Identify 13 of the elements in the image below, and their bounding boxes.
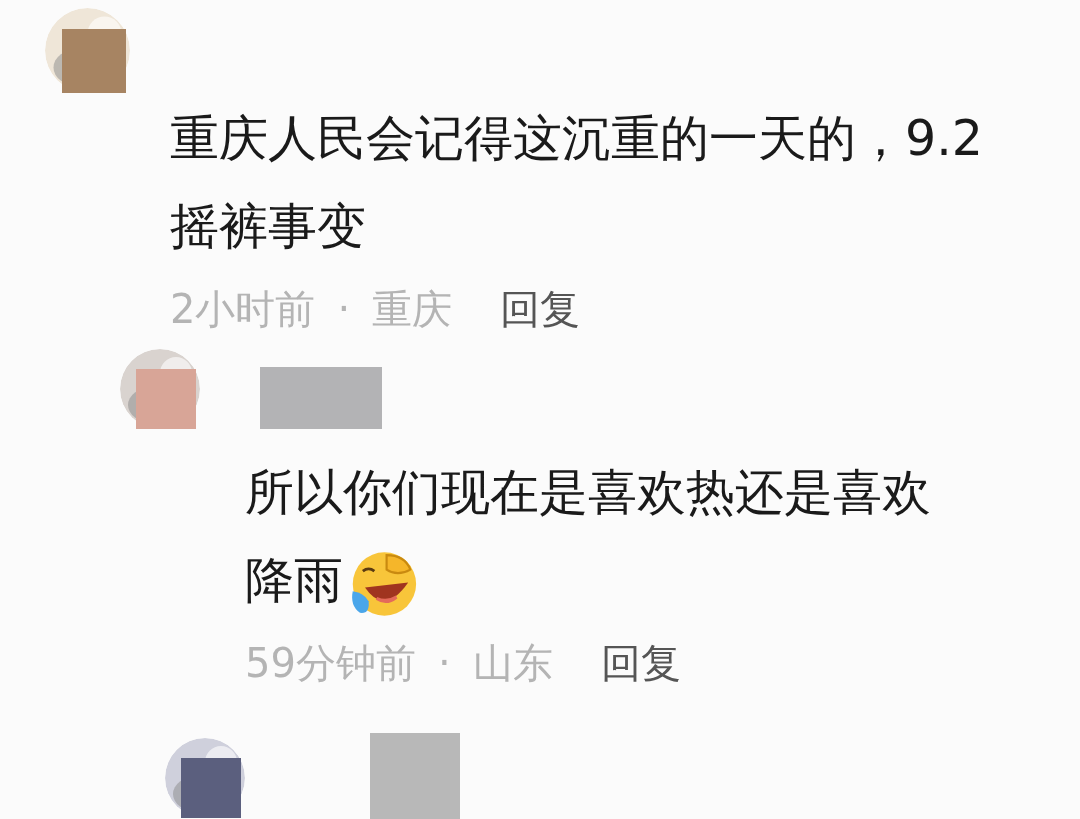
reply-button[interactable]: 回复 bbox=[600, 633, 681, 693]
reply-button[interactable]: 回复 bbox=[500, 279, 581, 339]
comment-text: 重庆人民会记得这沉重的一天的，9.2摇裤事变 bbox=[170, 109, 984, 257]
comment-time: 59分钟前 bbox=[245, 639, 416, 688]
comment-text: 所以你们现在是喜欢热还是喜欢降雨 bbox=[245, 449, 965, 625]
separator-dot: · bbox=[337, 285, 351, 334]
comment-location: 山东 bbox=[472, 639, 553, 688]
redaction-block bbox=[136, 369, 196, 429]
comment-location: 重庆 bbox=[372, 285, 453, 334]
separator-dot: · bbox=[437, 639, 451, 688]
comment-time: 2小时前 bbox=[170, 285, 316, 334]
redaction-block bbox=[62, 29, 126, 93]
redaction-block bbox=[181, 758, 241, 818]
